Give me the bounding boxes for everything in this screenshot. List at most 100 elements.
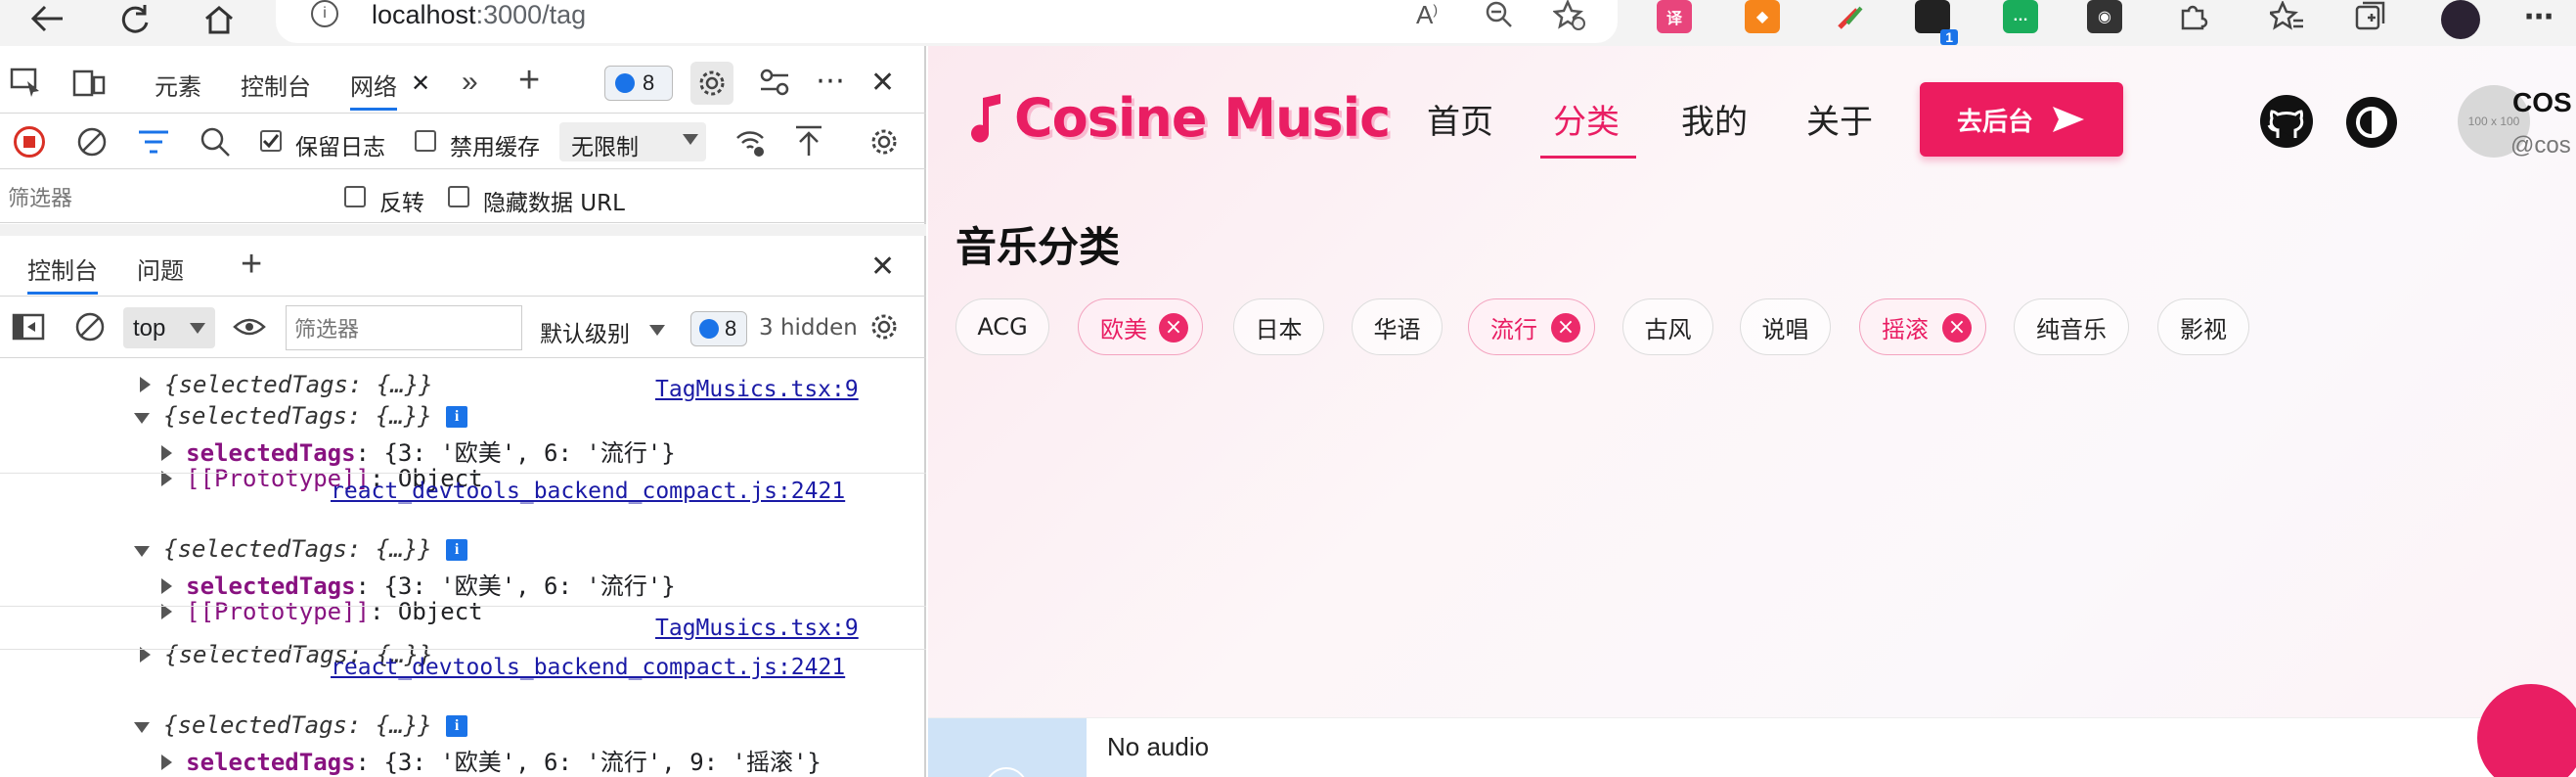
log-level-select[interactable]: 默认级别 bbox=[540, 315, 630, 348]
live-expression-eye-icon[interactable] bbox=[233, 315, 266, 339]
console-row[interactable]: {selectedTags: {…}} bbox=[0, 359, 924, 398]
console-property-row[interactable]: selectedTags: {3: '欧美', 6: '流行'} bbox=[0, 539, 924, 600]
more-tabs-icon[interactable]: » bbox=[462, 66, 478, 99]
site-logo[interactable]: Cosine Music bbox=[967, 87, 1391, 149]
inspect-element-icon[interactable] bbox=[10, 68, 43, 97]
hide-data-urls-checkbox[interactable] bbox=[448, 186, 469, 207]
drawer-tab-issues[interactable]: 问题 bbox=[137, 251, 184, 286]
tab-network[interactable]: 网络 bbox=[350, 68, 397, 111]
show-sidebar-icon[interactable] bbox=[12, 313, 45, 341]
divider bbox=[0, 473, 926, 474]
color-picker-extension-icon[interactable] bbox=[1833, 0, 1868, 33]
tag-chip[interactable]: 影视 bbox=[2157, 298, 2249, 355]
network-conditions-icon[interactable] bbox=[733, 126, 767, 158]
extensions-puzzle-icon[interactable] bbox=[2175, 0, 2210, 33]
tag-chip[interactable]: 古风 bbox=[1622, 298, 1713, 355]
network-filter-input[interactable]: 筛选器 bbox=[0, 180, 321, 213]
device-toolbar-icon[interactable] bbox=[72, 68, 106, 97]
console-filter-input[interactable]: 筛选器 bbox=[286, 305, 522, 350]
console-clear-icon[interactable] bbox=[74, 311, 106, 343]
search-icon[interactable] bbox=[200, 126, 231, 158]
home-icon[interactable] bbox=[200, 0, 239, 39]
close-drawer-icon[interactable]: ✕ bbox=[870, 250, 895, 284]
reload-icon[interactable] bbox=[115, 0, 155, 39]
theme-toggle-icon[interactable] bbox=[2344, 95, 2399, 155]
close-devtools-icon[interactable]: ✕ bbox=[870, 66, 895, 100]
address-bar[interactable]: i localhost:3000/tag A) bbox=[276, 0, 1618, 43]
zoom-out-icon[interactable] bbox=[1485, 0, 1514, 34]
more-menu-icon[interactable]: ⋯ bbox=[2521, 0, 2556, 33]
tag-chip-selected[interactable]: 欧美 × bbox=[1078, 298, 1203, 355]
tag-label: 影视 bbox=[2180, 315, 2227, 343]
settings-gear-icon[interactable] bbox=[690, 62, 733, 105]
nav-category[interactable]: 分类 bbox=[1553, 95, 1620, 143]
tab-elements[interactable]: 元素 bbox=[155, 68, 201, 102]
splitter[interactable] bbox=[0, 224, 926, 236]
throttle-select[interactable]: 无限制 bbox=[559, 122, 706, 161]
drawer-tab-console[interactable]: 控制台 bbox=[27, 251, 98, 295]
console-row[interactable]: {selectedTags: {…}} i bbox=[0, 508, 924, 563]
profile-avatar[interactable] bbox=[2441, 0, 2480, 39]
more-options-icon[interactable]: ⋯ bbox=[816, 64, 845, 98]
remove-tag-icon[interactable]: × bbox=[1942, 313, 1972, 343]
context-selector[interactable]: top bbox=[123, 307, 215, 348]
invert-label: 反转 bbox=[379, 191, 424, 216]
url-host: localhost bbox=[372, 0, 476, 29]
tag-chip[interactable]: 华语 bbox=[1352, 298, 1443, 355]
console-property-row[interactable]: selectedTags: {3: '欧美', 6: '流行'} bbox=[0, 406, 924, 467]
play-button-icon[interactable] bbox=[985, 767, 1028, 777]
source-link-react-devtools[interactable]: react_devtools_backend_compact.js:2421 bbox=[331, 655, 845, 680]
favorites-icon[interactable] bbox=[2269, 0, 2304, 33]
metamask-fox-icon[interactable]: ◆ bbox=[1745, 0, 1780, 33]
source-link-tagmusics[interactable]: TagMusics.tsx:9 bbox=[655, 616, 859, 641]
go-backend-button[interactable]: 去后台 bbox=[1920, 82, 2123, 157]
chat-extension-icon[interactable]: … bbox=[2003, 0, 2038, 33]
close-tab-icon[interactable]: ✕ bbox=[411, 69, 430, 98]
tag-chip[interactable]: 纯音乐 bbox=[2014, 298, 2129, 355]
add-tab-icon[interactable]: + bbox=[518, 60, 540, 102]
source-link-react-devtools[interactable]: react_devtools_backend_compact.js:2421 bbox=[331, 479, 845, 504]
console-settings-icon[interactable] bbox=[868, 311, 900, 343]
issues-badge[interactable]: 8 bbox=[604, 66, 673, 101]
floating-action-button[interactable] bbox=[2477, 684, 2576, 777]
console-property-row[interactable]: [[Prototype]]: Object bbox=[0, 747, 924, 777]
site-info-icon[interactable]: i bbox=[311, 0, 338, 27]
game-extension-icon[interactable]: ◉ bbox=[2087, 0, 2122, 33]
github-icon[interactable] bbox=[2258, 93, 2315, 155]
tag-chip-selected[interactable]: 流行 × bbox=[1468, 298, 1595, 355]
tag-chip[interactable]: ACG bbox=[955, 298, 1049, 355]
collections-icon[interactable] bbox=[2353, 0, 2388, 33]
nav-about[interactable]: 关于 bbox=[1806, 95, 1873, 143]
remove-tag-icon[interactable]: × bbox=[1551, 313, 1580, 343]
tab-console[interactable]: 控制台 bbox=[241, 68, 311, 102]
import-har-icon[interactable] bbox=[794, 124, 823, 158]
nav-home[interactable]: 首页 bbox=[1427, 95, 1493, 143]
preserve-log-checkbox[interactable] bbox=[260, 130, 282, 152]
network-settings-icon[interactable] bbox=[868, 126, 900, 158]
tag-chip[interactable]: 日本 bbox=[1233, 298, 1324, 355]
drawer-add-tab-icon[interactable]: + bbox=[241, 244, 262, 286]
dev-extension-icon[interactable]: 1 bbox=[1915, 0, 1958, 45]
nav-mine[interactable]: 我的 bbox=[1681, 95, 1748, 143]
clear-icon[interactable] bbox=[76, 126, 108, 158]
record-stop-icon[interactable] bbox=[14, 126, 45, 158]
console-message-badge[interactable]: 8 bbox=[690, 311, 747, 346]
tag-chip-selected[interactable]: 摇滚 × bbox=[1859, 298, 1986, 355]
back-arrow-icon[interactable] bbox=[27, 0, 67, 39]
tag-chip[interactable]: 说唱 bbox=[1740, 298, 1831, 355]
remove-tag-icon[interactable]: × bbox=[1159, 313, 1188, 343]
console-property-row[interactable]: [[Prototype]]: Object bbox=[0, 437, 924, 492]
filter-icon[interactable] bbox=[137, 128, 170, 156]
user-name: COS bbox=[2512, 87, 2572, 117]
console-property-row[interactable]: selectedTags: {3: '欧美', 6: '流行', 9: '摇滚'… bbox=[0, 715, 924, 776]
album-cover[interactable] bbox=[928, 718, 1087, 777]
invert-checkbox[interactable] bbox=[344, 186, 366, 207]
customize-icon[interactable] bbox=[759, 68, 790, 97]
translate-extension-icon[interactable]: 译 bbox=[1657, 0, 1692, 33]
disable-cache-checkbox[interactable] bbox=[415, 130, 436, 152]
console-row[interactable]: {selectedTags: {…}} i bbox=[0, 684, 924, 739]
source-link-tagmusics[interactable]: TagMusics.tsx:9 bbox=[655, 377, 859, 402]
read-aloud-icon[interactable]: A) bbox=[1416, 0, 1438, 30]
console-property-row[interactable]: [[Prototype]]: Object bbox=[0, 571, 924, 625]
add-favorite-icon[interactable] bbox=[1552, 0, 1586, 36]
